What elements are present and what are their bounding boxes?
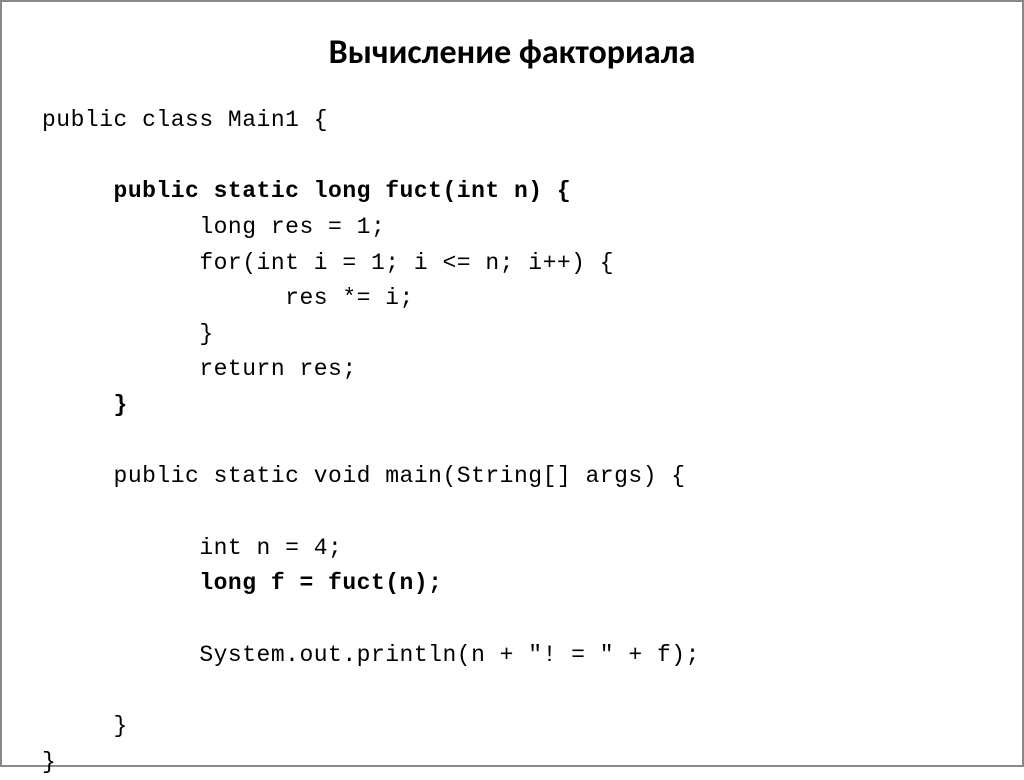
code-line: System.out.println(n + "! = " + f);: [42, 642, 700, 668]
code-line: return res;: [42, 356, 357, 382]
code-line: int n = 4;: [42, 535, 342, 561]
slide-title: Вычисление факториала: [42, 32, 982, 73]
code-line: for(int i = 1; i <= n; i++) {: [42, 250, 614, 276]
code-line: }: [42, 713, 128, 739]
code-block: public class Main1 { public static long …: [42, 103, 982, 780]
code-line: public static void main(String[] args) {: [42, 463, 686, 489]
slide-container: Вычисление факториала public class Main1…: [0, 0, 1024, 767]
code-line-bold: long f = fuct(n);: [42, 570, 442, 596]
code-line: }: [42, 321, 214, 347]
code-line: public class Main1 {: [42, 107, 328, 133]
code-line: res *= i;: [42, 285, 414, 311]
code-line-bold: }: [42, 392, 128, 418]
code-line: }: [42, 749, 56, 775]
code-line: long res = 1;: [42, 214, 385, 240]
code-line-bold: public static long fuct(int n) {: [42, 178, 571, 204]
